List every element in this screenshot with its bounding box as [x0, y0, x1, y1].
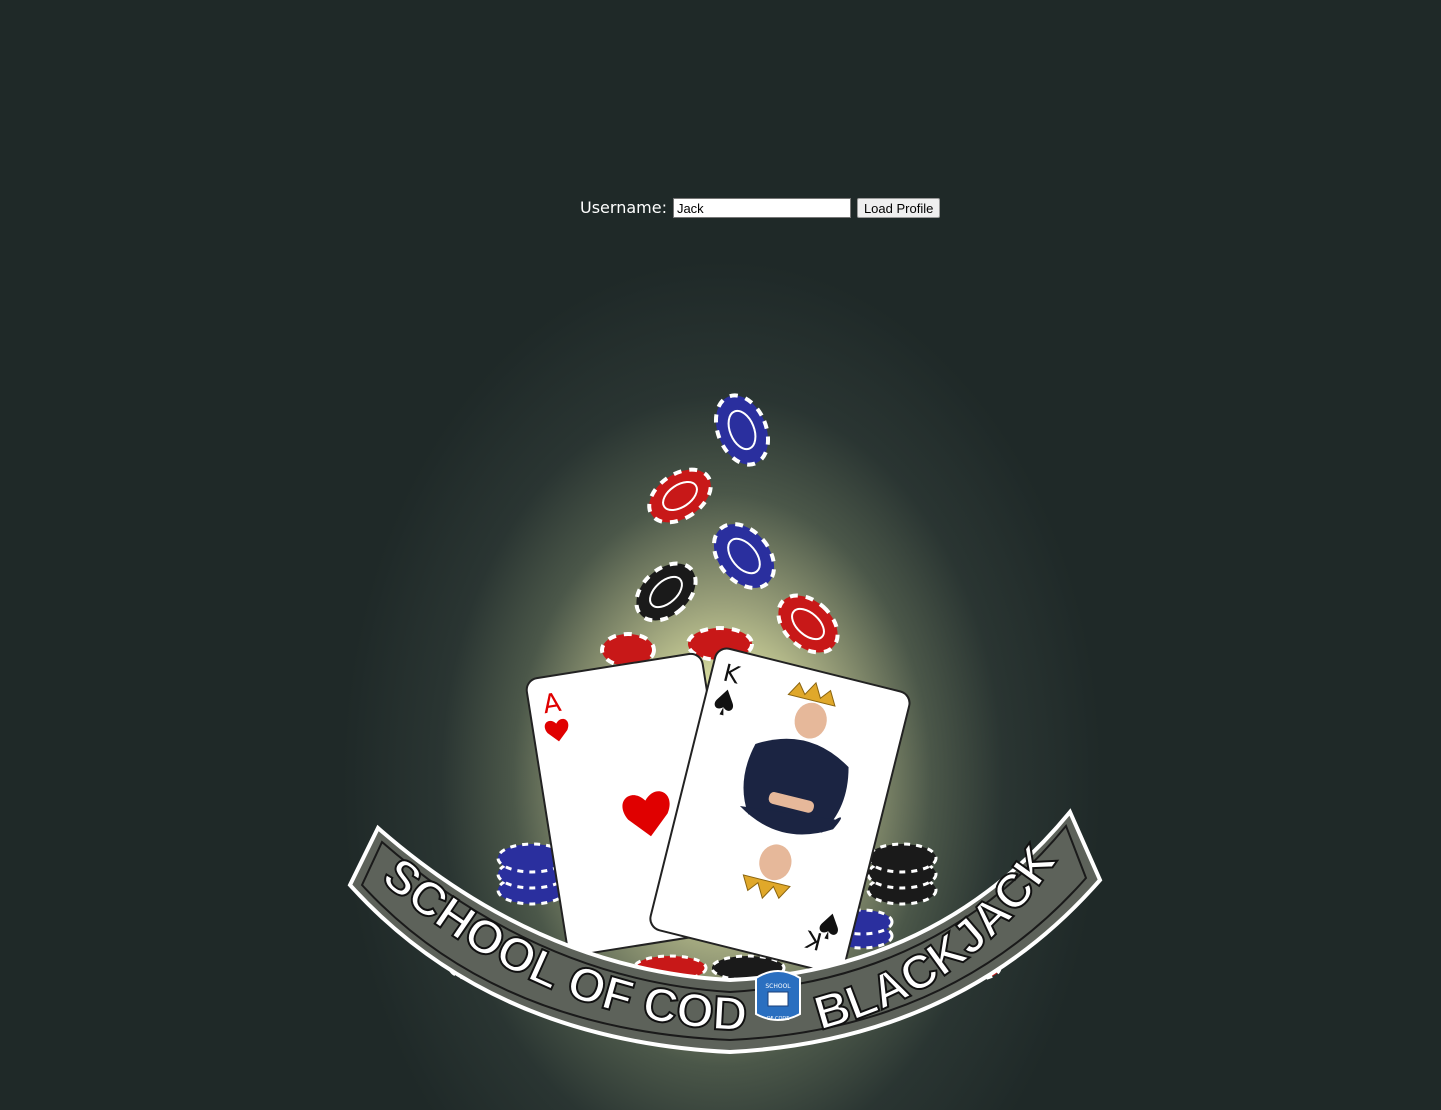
chip-icon: [711, 522, 777, 590]
page-background: Username: Load Profile: [0, 0, 1441, 1110]
school-badge-icon: SCHOOL OF CODE: [755, 970, 801, 1022]
username-input[interactable]: [672, 198, 851, 218]
chip-icon: [713, 393, 771, 467]
badge-text-bottom: OF CODE: [767, 1016, 790, 1022]
login-form: Username: Load Profile: [580, 198, 941, 218]
chip-icon: [634, 561, 698, 623]
chip-icon: [647, 467, 713, 525]
load-profile-button[interactable]: Load Profile: [856, 198, 941, 218]
badge-text-top: SCHOOL: [765, 983, 791, 990]
chip-icon: [776, 593, 840, 655]
falling-chips: [600, 393, 840, 668]
blackjack-logo: A K K SCHOOL OF COD BLACKJACK SCHOOL OF …: [340, 380, 1103, 1055]
username-label: Username:: [580, 198, 667, 217]
